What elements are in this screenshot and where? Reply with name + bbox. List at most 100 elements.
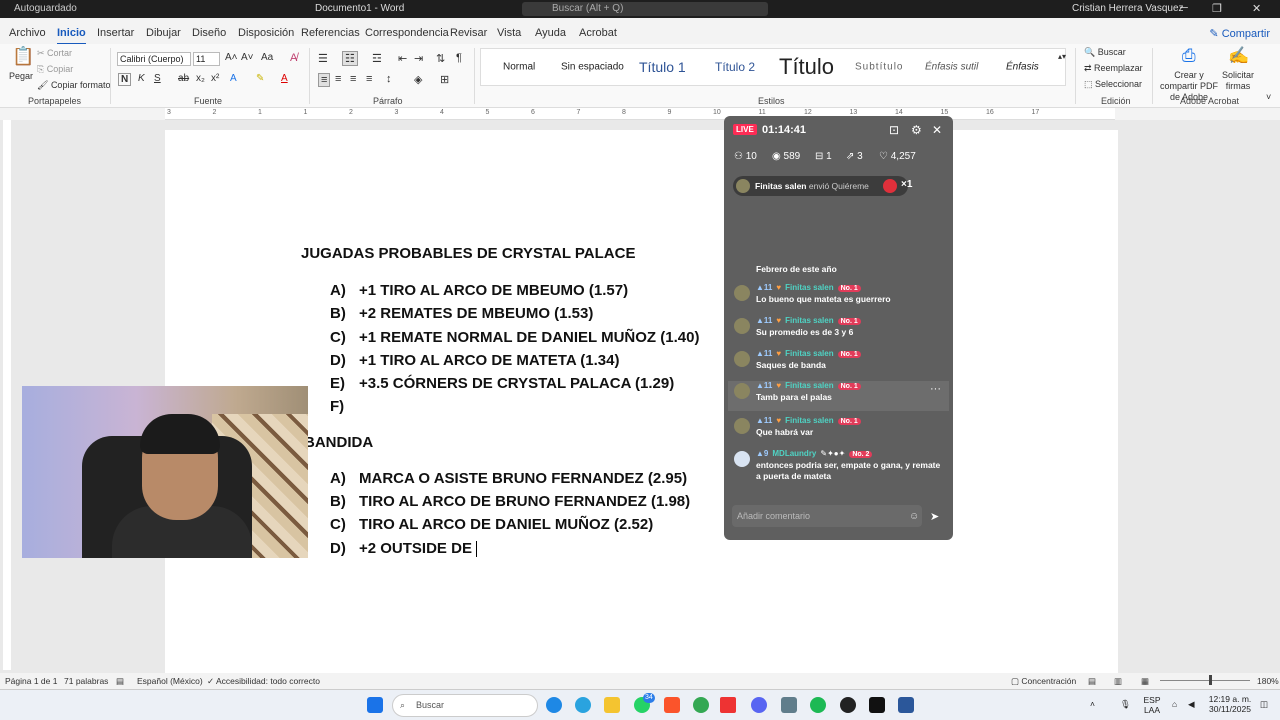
list-item[interactable]: +3.5 CÓRNERS DE CRYSTAL PALACA (1.29)	[359, 375, 674, 392]
superscript-button[interactable]: x²	[211, 73, 219, 84]
highlight-icon[interactable]: ✎	[256, 73, 264, 84]
align-center-icon[interactable]: ≡	[335, 73, 341, 85]
close-window-icon[interactable]: ✕	[1252, 2, 1261, 15]
more-options-icon[interactable]: ···	[930, 383, 941, 395]
horizontal-ruler[interactable]: 3 2 1 1 2 3 4 5 6 7 8 9 10 11 12 13 14 15 16 17	[165, 108, 1115, 120]
italic-button[interactable]: K	[138, 73, 145, 84]
settings-icon[interactable]: ⚙	[911, 123, 922, 137]
taskbar-search[interactable]: ⌕ Buscar	[392, 694, 538, 717]
style-heading-1[interactable]: Título 1	[639, 59, 686, 75]
align-left-icon[interactable]: ≡	[318, 73, 331, 87]
heading-crystal-palace[interactable]: JUGADAS PROBABLES DE CRYSTAL PALACE	[301, 245, 635, 262]
request-signature-icon[interactable]: ✍	[1228, 46, 1249, 66]
tab-revisar[interactable]: Revisar	[450, 27, 487, 39]
input-language[interactable]: ESP LAA	[1142, 695, 1162, 715]
proofing-icon[interactable]: ▤	[116, 676, 124, 687]
heading-bandida[interactable]: BANDIDA	[304, 434, 373, 451]
chat-username[interactable]: Finitas salen	[785, 416, 833, 425]
tab-diseno[interactable]: Diseño	[192, 27, 226, 39]
multilevel-list-icon[interactable]: ☲	[372, 52, 382, 65]
find-button[interactable]: 🔍 Buscar	[1084, 47, 1126, 58]
format-painter-button[interactable]: 🖌 Copiar formato	[37, 80, 110, 91]
zoom-slider-thumb[interactable]	[1209, 675, 1212, 685]
notifications-icon[interactable]: ◫	[1260, 699, 1268, 709]
microphone-icon[interactable]: 🎙	[1120, 699, 1131, 709]
lock-icon[interactable]: ⊡	[889, 123, 899, 137]
print-layout-icon[interactable]: ▥	[1114, 676, 1122, 687]
chat-message[interactable]: ▲11 ♥ Finitas salen No. 1 Que habrá var	[734, 416, 949, 446]
chat-username[interactable]: MDLaundry	[772, 449, 816, 458]
list-item[interactable]: MARCA O ASISTE BRUNO FERNANDEZ (2.95)	[359, 470, 687, 487]
subscript-button[interactable]: x₂	[196, 73, 205, 84]
create-pdf-icon[interactable]: ⎙	[1182, 46, 1196, 66]
page-count[interactable]: Página 1 de 1	[5, 676, 57, 686]
tab-inicio[interactable]: Inicio	[57, 27, 86, 45]
align-right-icon[interactable]: ≡	[350, 73, 356, 85]
tab-ayuda[interactable]: Ayuda	[535, 27, 566, 39]
shrink-font-icon[interactable]: A˅	[241, 52, 254, 63]
app-icon[interactable]	[840, 697, 856, 713]
cut-button[interactable]: ✂ Cortar	[37, 48, 72, 59]
style-subtitle[interactable]: Subtítulo	[855, 62, 903, 73]
styles-scroll-icon[interactable]: ▴▾	[1058, 52, 1066, 61]
discord-icon[interactable]	[751, 697, 767, 713]
web-layout-icon[interactable]: ▦	[1141, 676, 1149, 687]
tab-disposicion[interactable]: Disposición	[238, 27, 294, 39]
list-item[interactable]: +1 TIRO AL ARCO DE MATETA (1.34)	[359, 352, 619, 369]
tab-insertar[interactable]: Insertar	[97, 27, 134, 39]
network-icon[interactable]: ⌂	[1172, 699, 1177, 709]
title-search-box[interactable]: Buscar (Alt + Q)	[522, 2, 768, 16]
list-item[interactable]: +1 REMATE NORMAL DE DANIEL MUÑOZ (1.40)	[359, 329, 699, 346]
list-item[interactable]: +2 REMATES DE MBEUMO (1.53)	[359, 305, 593, 322]
strikethrough-button[interactable]: ab	[178, 73, 189, 84]
style-title[interactable]: Título	[779, 54, 834, 80]
typora-icon[interactable]	[720, 697, 736, 713]
chat-username[interactable]: Finitas salen	[785, 349, 833, 358]
bold-button[interactable]: N	[118, 73, 132, 86]
style-subtle-emphasis[interactable]: Énfasis sutil	[925, 62, 978, 73]
calculator-icon[interactable]	[781, 697, 797, 713]
sort-icon[interactable]: ⇅	[436, 52, 445, 65]
increase-indent-icon[interactable]: ⇥	[414, 52, 423, 65]
font-size-select[interactable]: 11	[193, 52, 220, 66]
tab-dibujar[interactable]: Dibujar	[146, 27, 181, 39]
emoji-icon[interactable]: ☺	[909, 511, 919, 522]
style-heading-2[interactable]: Título 2	[715, 60, 755, 74]
collapse-ribbon-icon[interactable]: ˅	[1266, 92, 1271, 102]
tab-correspondencia[interactable]: Correspondencia	[365, 27, 449, 39]
chat-username[interactable]: Finitas salen	[785, 283, 833, 292]
maximize-icon[interactable]: ❐	[1212, 2, 1222, 15]
accessibility-status[interactable]: ✓ Accesibilidad: todo correcto	[207, 676, 320, 687]
select-button[interactable]: ⬚ Seleccionar	[1084, 79, 1142, 90]
user-name[interactable]: Cristian Herrera Vasquez	[1072, 3, 1184, 14]
focus-mode[interactable]: ▢ Concentración	[1011, 676, 1076, 687]
font-color-icon[interactable]: A	[281, 73, 288, 84]
comment-input[interactable]: Añadir comentario	[732, 505, 922, 527]
shading-icon[interactable]: ◈	[414, 73, 422, 86]
chat-message[interactable]: ▲11 ♥ Finitas salen No. 1 Saques de banda	[734, 349, 949, 379]
borders-icon[interactable]: ⊞	[440, 73, 449, 86]
chrome-icon[interactable]	[693, 697, 709, 713]
line-spacing-icon[interactable]: ↕	[386, 73, 392, 85]
paste-icon[interactable]: 📋	[12, 46, 34, 67]
zoom-slider[interactable]	[1160, 680, 1250, 681]
spotify-icon[interactable]	[810, 697, 826, 713]
bullets-icon[interactable]: ☰	[318, 52, 328, 65]
request-signature-button[interactable]: Solicitar firmas	[1222, 70, 1254, 92]
word-count[interactable]: 71 palabras	[64, 676, 108, 686]
chat-message-hovered[interactable]: ▲11 ♥ Finitas salen No. 1 Tamb para el pala…	[728, 381, 949, 411]
read-mode-icon[interactable]: ▤	[1088, 676, 1096, 687]
share-button[interactable]: ✎ Compartir	[1209, 27, 1270, 40]
list-item-current[interactable]: +2 OUTSIDE DE	[359, 540, 477, 558]
grow-font-icon[interactable]: A˄	[225, 52, 238, 63]
underline-button[interactable]: S	[154, 73, 161, 84]
telegram-icon[interactable]	[575, 697, 591, 713]
chat-message[interactable]: ▲11 ♥ Finitas salen No. 1 Su promedio es de…	[734, 316, 949, 346]
file-explorer-icon[interactable]	[604, 697, 620, 713]
show-marks-icon[interactable]: ¶	[456, 52, 462, 64]
tab-acrobat[interactable]: Acrobat	[579, 27, 617, 39]
style-normal[interactable]: Normal	[503, 62, 535, 73]
chat-message[interactable]: Febrero de este año	[734, 264, 949, 278]
edge-icon[interactable]	[546, 697, 562, 713]
numbering-icon[interactable]: ☷	[342, 51, 358, 66]
